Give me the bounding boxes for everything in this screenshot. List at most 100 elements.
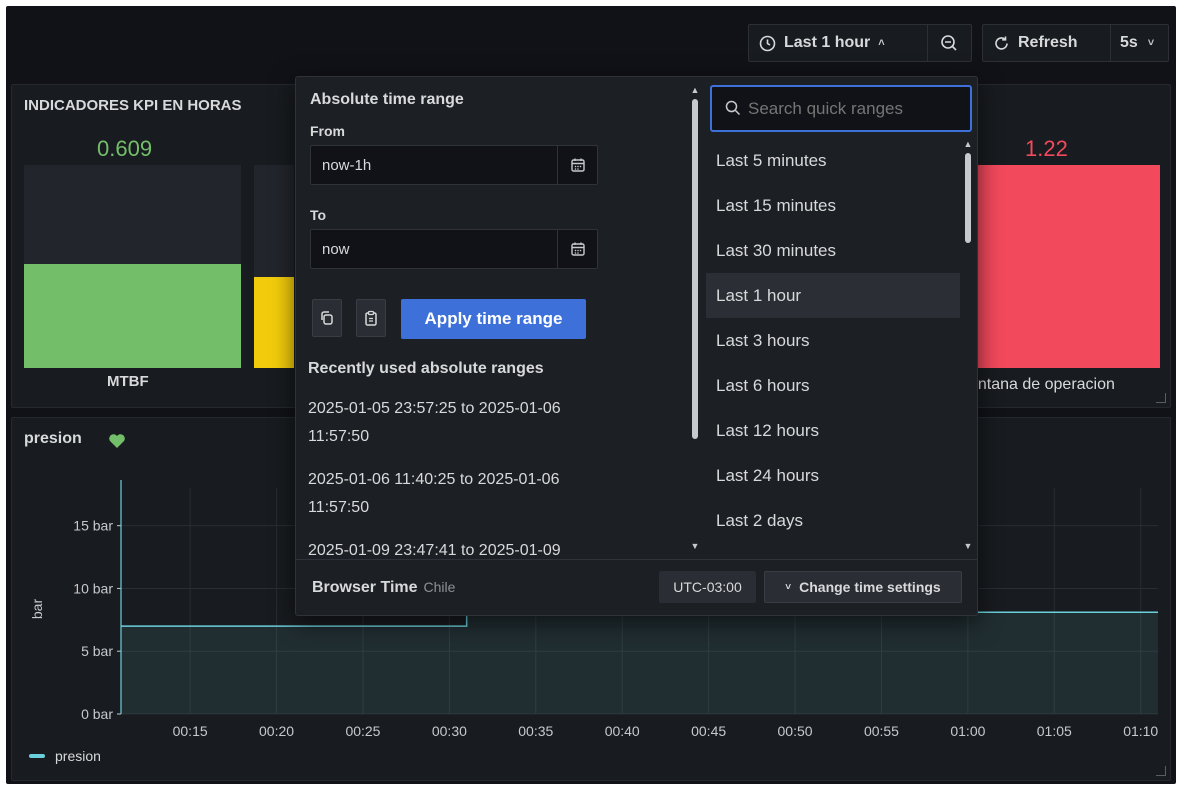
x-tick-label: 00:15 — [173, 723, 208, 739]
series-area — [121, 612, 1158, 714]
recent-range-line: 11:57:50 — [308, 499, 370, 516]
to-field[interactable]: now — [310, 229, 598, 269]
recent-range-line: 2025-01-09 23:47:41 to 2025-01-09 — [308, 542, 561, 559]
zoom-out-icon — [941, 35, 957, 51]
change-time-settings-button[interactable]: ˅ Change time settings — [764, 571, 962, 603]
recent-range-line: 2025-01-06 11:40:25 to 2025-01-06 — [308, 471, 560, 488]
quick-range-item[interactable]: Last 3 hours — [706, 318, 960, 363]
clipboard-icon — [365, 310, 377, 326]
quick-range-item[interactable]: Last 2 days — [706, 498, 960, 543]
time-picker-popover: Absolute time range From now-1h To now A… — [295, 76, 978, 616]
copy-button[interactable] — [312, 299, 342, 337]
recent-range-line: 2025-01-05 23:57:25 to 2025-01-06 — [308, 400, 561, 417]
paste-button[interactable] — [356, 299, 386, 337]
time-picker-footer: Browser Time Chile UTC-03:00 ˅ Change tim… — [296, 559, 977, 617]
apply-time-range-button[interactable]: Apply time range — [401, 299, 586, 339]
calendar-icon — [570, 158, 585, 172]
copy-icon — [321, 311, 333, 325]
recent-ranges-title: Recently used absolute ranges — [308, 360, 544, 377]
refresh-button[interactable]: Refresh — [983, 25, 1110, 61]
browser-time-text: Browser Time — [312, 579, 418, 596]
change-time-settings-label: Change time settings — [799, 579, 941, 595]
quick-range-item[interactable]: Last 30 minutes — [706, 228, 960, 273]
scroll-up-icon[interactable]: ▲ — [690, 85, 700, 95]
x-tick-label: 00:45 — [691, 723, 726, 739]
legend-swatch — [29, 754, 45, 758]
x-tick-label: 00:30 — [432, 723, 467, 739]
x-tick-label: 01:00 — [950, 723, 985, 739]
calendar-button[interactable] — [557, 146, 597, 184]
search-field[interactable] — [710, 85, 972, 132]
search-icon — [725, 100, 741, 116]
time-picker-group: Last 1 hour ˄ — [748, 24, 972, 62]
gauge-bar-mtbf — [24, 264, 241, 368]
y-tick-label: 0 bar — [81, 706, 113, 722]
calendar-button[interactable] — [557, 230, 597, 268]
legend-item[interactable]: presion — [29, 748, 101, 764]
scroll-up-icon[interactable]: ▲ — [963, 139, 973, 149]
quick-range-item[interactable]: Last 1 hour — [706, 273, 960, 318]
chevron-up-icon: ˄ — [878, 37, 885, 49]
from-value: now-1h — [322, 157, 372, 174]
recent-range-item[interactable]: 2025-01-06 11:40:25 to 2025-01-06 11:57:… — [308, 466, 638, 522]
recent-range-item[interactable]: 2025-01-05 23:57:25 to 2025-01-06 11:57:… — [308, 395, 638, 451]
utc-offset-badge: UTC-03:00 — [659, 571, 756, 603]
scroll-down-icon[interactable]: ▼ — [690, 541, 700, 551]
quick-range-item[interactable]: Last 12 hours — [706, 408, 960, 453]
recent-range-line: 11:57:50 — [308, 428, 370, 445]
x-tick-label: 00:50 — [778, 723, 813, 739]
x-tick-label: 00:25 — [345, 723, 380, 739]
quick-range-item[interactable]: Last 24 hours — [706, 453, 960, 498]
kpi-value-operation: 1.22 — [1025, 136, 1068, 161]
kpi-value-mtbf: 0.609 — [97, 136, 153, 161]
time-range-button[interactable]: Last 1 hour ˄ — [749, 25, 927, 61]
from-label: From — [310, 123, 345, 139]
y-tick-label: 15 bar — [73, 518, 113, 534]
interval-label: 5s — [1120, 34, 1138, 51]
chevron-down-icon: ˅ — [785, 581, 792, 593]
scroll-down-icon[interactable]: ▼ — [963, 541, 973, 551]
y-tick-label: 10 bar — [73, 580, 113, 596]
browser-time-label: Browser Time Chile — [312, 579, 455, 597]
quick-ranges-section: Last 5 minutesLast 15 minutesLast 30 min… — [706, 77, 978, 559]
time-range-label: Last 1 hour — [784, 34, 871, 51]
panel-title: INDICADORES KPI EN HORAS — [24, 97, 242, 114]
scrollbar[interactable]: ▲ ▼ — [963, 139, 973, 551]
y-axis-label: bar — [29, 599, 45, 620]
x-tick-label: 00:40 — [605, 723, 640, 739]
zoom-out-button[interactable] — [928, 25, 970, 61]
calendar-icon — [570, 242, 585, 256]
quick-range-item[interactable]: Last 5 minutes — [706, 138, 960, 183]
from-field[interactable]: now-1h — [310, 145, 598, 185]
quick-range-item[interactable]: Last 15 minutes — [706, 183, 960, 228]
clock-icon — [759, 35, 776, 51]
x-tick-label: 00:20 — [259, 723, 294, 739]
x-tick-label: 00:35 — [518, 723, 553, 739]
refresh-icon — [995, 36, 1008, 50]
to-label: To — [310, 207, 327, 223]
search-input[interactable] — [748, 99, 958, 119]
absolute-range-title: Absolute time range — [310, 91, 464, 108]
gauge-bar-partial — [254, 277, 294, 368]
refresh-interval-dropdown[interactable]: 5s ˅ — [1111, 25, 1163, 61]
x-tick-label: 01:05 — [1037, 723, 1072, 739]
x-tick-label: 00:55 — [864, 723, 899, 739]
gauge-bar-operation — [962, 165, 1160, 368]
scrollbar-thumb[interactable] — [692, 99, 698, 439]
chevron-down-icon: ˅ — [1147, 37, 1155, 49]
y-tick-label: 5 bar — [81, 643, 113, 659]
kpi-label-operation: entana de operacion — [969, 376, 1115, 393]
legend-label: presion — [55, 748, 101, 764]
to-value: now — [322, 241, 350, 258]
scrollbar[interactable]: ▲ ▼ — [690, 85, 700, 551]
scrollbar-thumb[interactable] — [965, 153, 971, 243]
refresh-group: Refresh 5s ˅ — [982, 24, 1169, 62]
x-tick-label: 01:10 — [1123, 723, 1158, 739]
refresh-label: Refresh — [1018, 34, 1078, 51]
resize-handle[interactable] — [1156, 766, 1166, 776]
recent-range-item[interactable]: 2025-01-09 23:47:41 to 2025-01-09 — [308, 537, 638, 559]
kpi-label-mtbf: MTBF — [107, 373, 149, 390]
quick-range-item[interactable]: Last 6 hours — [706, 363, 960, 408]
absolute-range-section: Absolute time range From now-1h To now A… — [296, 77, 704, 559]
resize-handle[interactable] — [1156, 393, 1166, 403]
